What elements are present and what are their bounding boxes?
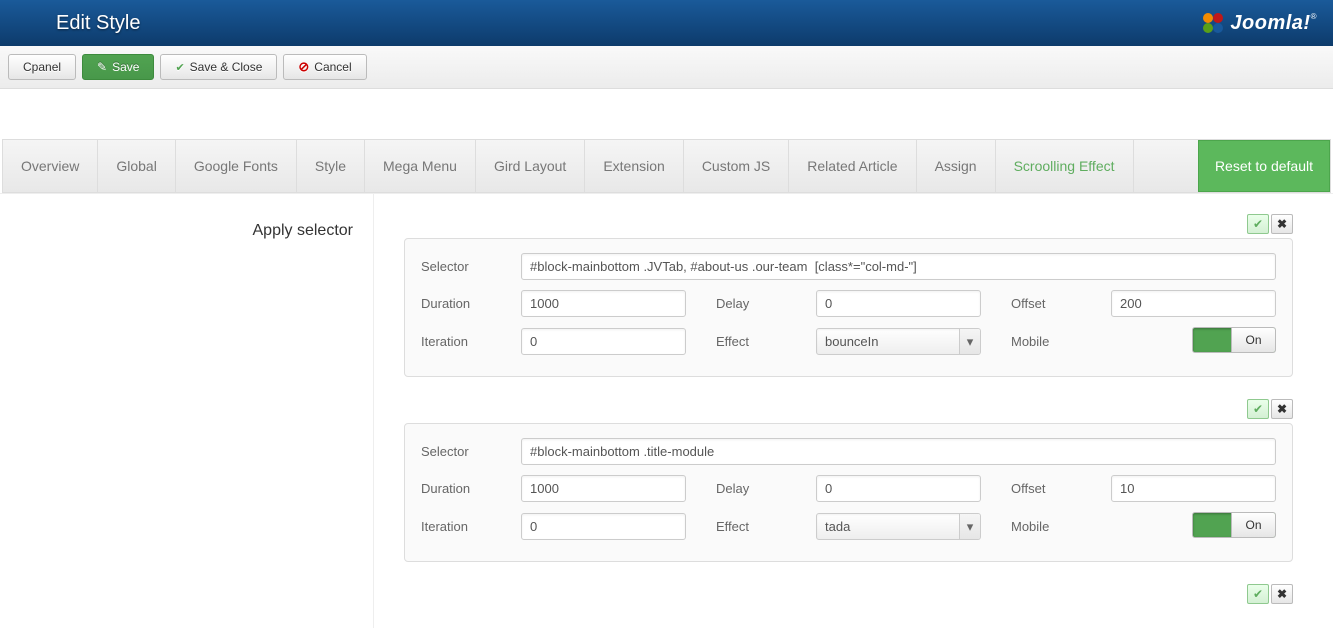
joomla-icon — [1200, 10, 1226, 36]
effect-select[interactable]: tada — [816, 513, 981, 540]
delay-input[interactable] — [816, 290, 981, 317]
tab-global[interactable]: Global — [98, 140, 175, 192]
cancel-icon — [298, 59, 309, 75]
panel-close-button[interactable]: ✖ — [1271, 214, 1293, 234]
selector-panel: Selector Duration Delay Offset — [404, 423, 1293, 562]
panel-actions: ✔ ✖ — [404, 214, 1293, 234]
iteration-label: Iteration — [421, 334, 521, 349]
iteration-input[interactable] — [521, 513, 686, 540]
tab-google-fonts[interactable]: Google Fonts — [176, 140, 297, 192]
brand-logo: Joomla!® — [1200, 10, 1317, 36]
toggle-knob: On — [1231, 513, 1275, 537]
panel-confirm-button[interactable]: ✔ — [1247, 214, 1269, 234]
tab-extension[interactable]: Extension — [585, 140, 683, 192]
tab-assign[interactable]: Assign — [917, 140, 996, 192]
brand-text: Joomla!® — [1230, 12, 1317, 35]
selector-label: Selector — [421, 259, 521, 274]
iteration-label: Iteration — [421, 519, 521, 534]
offset-input[interactable] — [1111, 290, 1276, 317]
duration-label: Duration — [421, 481, 521, 496]
selector-label: Selector — [421, 444, 521, 459]
check-icon — [175, 60, 184, 74]
tab-overview[interactable]: Overview — [3, 140, 98, 192]
save-button[interactable]: Save — [82, 54, 154, 80]
action-toolbar: Cpanel Save Save & Close Cancel — [0, 46, 1333, 89]
tab-custom-js[interactable]: Custom JS — [684, 140, 789, 192]
mobile-toggle[interactable]: On — [1192, 327, 1276, 353]
apply-selector-label: Apply selector — [20, 222, 353, 240]
content: Apply selector ✔ ✖ Selector Duration Del… — [0, 193, 1333, 628]
cancel-button[interactable]: Cancel — [283, 54, 366, 80]
tab-scrolling-effect[interactable]: Scroolling Effect — [996, 140, 1134, 192]
panel-actions: ✔ ✖ — [404, 399, 1293, 419]
offset-input[interactable] — [1111, 475, 1276, 502]
mobile-label: Mobile — [1011, 334, 1111, 349]
panel-confirm-button[interactable]: ✔ — [1247, 399, 1269, 419]
panel-confirm-button[interactable]: ✔ — [1247, 584, 1269, 604]
effect-label: Effect — [716, 334, 816, 349]
tab-related-article[interactable]: Related Article — [789, 140, 916, 192]
right-column: ✔ ✖ Selector Duration Delay Offset — [374, 194, 1333, 628]
duration-input[interactable] — [521, 475, 686, 502]
duration-input[interactable] — [521, 290, 686, 317]
delay-input[interactable] — [816, 475, 981, 502]
offset-label: Offset — [1011, 296, 1111, 311]
reset-to-default-button[interactable]: Reset to default — [1198, 140, 1330, 192]
toggle-knob: On — [1231, 328, 1275, 352]
panel-close-button[interactable]: ✖ — [1271, 584, 1293, 604]
tab-style[interactable]: Style — [297, 140, 365, 192]
panel-close-button[interactable]: ✖ — [1271, 399, 1293, 419]
edit-icon — [97, 60, 107, 74]
mobile-label: Mobile — [1011, 519, 1111, 534]
delay-label: Delay — [716, 481, 816, 496]
selector-input[interactable] — [521, 253, 1276, 280]
effect-select[interactable]: bounceIn — [816, 328, 981, 355]
page-title: Edit Style — [56, 12, 140, 35]
cpanel-button[interactable]: Cpanel — [8, 54, 76, 80]
selector-input[interactable] — [521, 438, 1276, 465]
tab-mega-menu[interactable]: Mega Menu — [365, 140, 476, 192]
tabs-bar: Overview Global Google Fonts Style Mega … — [2, 139, 1331, 193]
duration-label: Duration — [421, 296, 521, 311]
selector-panel: Selector Duration Delay Offset — [404, 238, 1293, 377]
tab-gird-layout[interactable]: Gird Layout — [476, 140, 585, 192]
mobile-toggle[interactable]: On — [1192, 512, 1276, 538]
delay-label: Delay — [716, 296, 816, 311]
left-column: Apply selector — [0, 194, 374, 628]
panel-actions: ✔ ✖ — [404, 584, 1293, 604]
offset-label: Offset — [1011, 481, 1111, 496]
iteration-input[interactable] — [521, 328, 686, 355]
save-close-button[interactable]: Save & Close — [160, 54, 277, 80]
effect-label: Effect — [716, 519, 816, 534]
top-header: Edit Style Joomla!® — [0, 0, 1333, 46]
